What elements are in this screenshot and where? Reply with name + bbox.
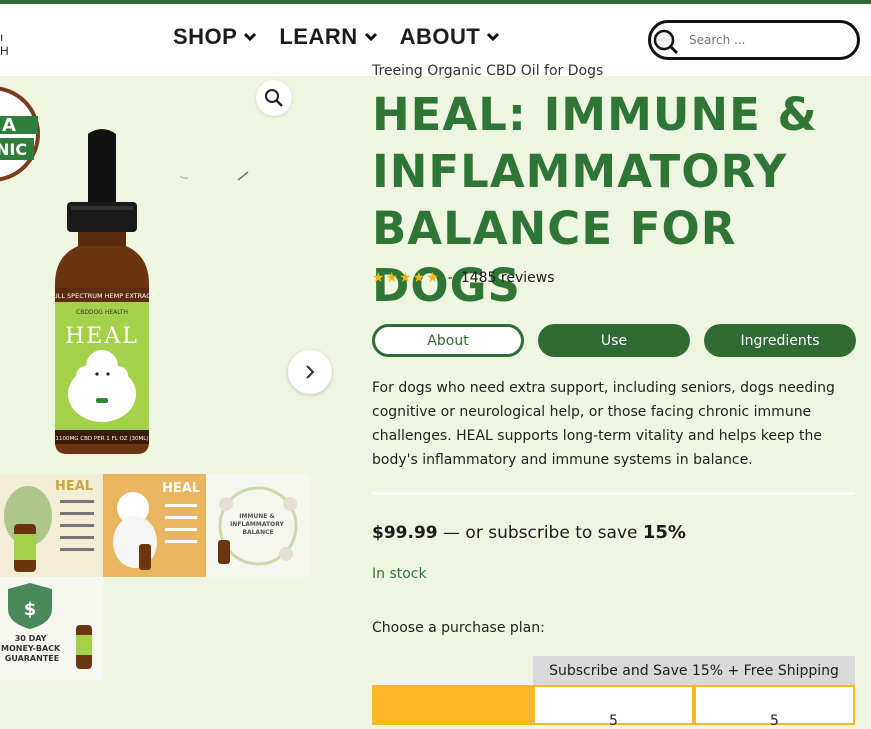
nav-learn[interactable]: LEARN (279, 24, 377, 50)
search-icon[interactable] (651, 25, 681, 55)
search-box[interactable] (648, 20, 860, 60)
tab-ingredients[interactable]: Ingredients (704, 324, 856, 357)
thumbnail-4-title: 30 DAY MONEY-BACK GUARANTEE (1, 634, 63, 663)
bottle: FULL SPECTRUM HEMP EXTRACT CBDDOG HEALTH… (49, 129, 155, 454)
subscribe-percent: 15% (642, 522, 686, 543)
chevron-right-icon (306, 365, 315, 379)
rating-stars: ★★★★★ (372, 270, 440, 286)
nav-shop[interactable]: SHOP (173, 24, 257, 50)
plan-option-one-time[interactable] (372, 685, 533, 725)
tab-about[interactable]: About (372, 324, 524, 357)
nav-about[interactable]: ABOUT (400, 24, 501, 50)
product-main-image[interactable]: A NIC FULL SPECTRUM HEMP EXTRACT CBDDOG … (0, 76, 340, 468)
bottle-label-band: FULL SPECTRUM HEMP EXTRACT (49, 292, 155, 300)
zoom-button[interactable] (256, 80, 292, 116)
thumbnail-4[interactable]: $ 30 DAY MONEY-BACK GUARANTEE (0, 577, 103, 680)
product-description: For dogs who need extra support, includi… (372, 380, 835, 468)
price: $99.99 (372, 523, 438, 543)
search-input[interactable] (687, 32, 841, 48)
site-logo[interactable]: ıH (0, 30, 9, 58)
thumbnail-1[interactable]: HEAL (0, 474, 103, 577)
thumbnail-3-title: IMMUNE & INFLAMMATORY BALANCE (230, 513, 286, 536)
background-mark (179, 175, 189, 179)
subscribe-text: — or subscribe to save (437, 523, 643, 543)
thumbnail-2[interactable]: HEAL (103, 474, 206, 577)
review-count[interactable]: 1485 reviews (461, 270, 555, 286)
svg-text:$: $ (24, 599, 37, 620)
purchase-plan-label: Choose a purchase plan: (372, 620, 545, 636)
nav-about-label: ABOUT (399, 24, 481, 49)
plan-option-value: 5 (770, 713, 779, 729)
bottle-brand: CBDDOG HEALTH (76, 309, 128, 316)
thumbnail-2-title: HEAL (162, 481, 200, 496)
stock-status: In stock (372, 566, 427, 582)
chevron-down-icon (244, 32, 257, 42)
plan-option-subscribe-1[interactable]: 5 (533, 685, 694, 729)
thumbnail-1-title: HEAL (55, 479, 93, 494)
subscribe-banner: Subscribe and Save 15% + Free Shipping (533, 656, 855, 685)
divider (372, 492, 855, 495)
rating-separator: - (447, 270, 453, 286)
plan-option-subscribe-2[interactable]: 5 (694, 685, 855, 729)
product-rating[interactable]: ★★★★★ - 1485 reviews (372, 270, 555, 286)
chevron-down-icon (364, 32, 377, 42)
nav-learn-label: LEARN (279, 24, 358, 49)
thumbnail-3[interactable]: IMMUNE & INFLAMMATORY BALANCE (206, 474, 309, 577)
tab-use[interactable]: Use (538, 324, 690, 357)
organic-badge-text-2: NIC (0, 140, 27, 159)
product-tabs: About Use Ingredients (372, 324, 856, 357)
organic-badge: A NIC (0, 86, 40, 182)
purchase-plan-options: 5 5 (372, 685, 855, 729)
next-image-button[interactable] (288, 350, 332, 394)
chevron-down-icon (487, 32, 500, 42)
plan-option-value: 5 (609, 713, 618, 729)
breadcrumb[interactable]: Treeing Organic CBD Oil for Dogs (372, 63, 603, 79)
bottle-footer: 1100MG CBD PER 1 FL OZ (30ML) (56, 436, 149, 442)
nav-shop-label: SHOP (173, 24, 238, 49)
price-row: $99.99 — or subscribe to save 15% (372, 522, 686, 543)
magnifier-icon (265, 89, 283, 107)
main-nav: SHOP LEARN ABOUT (173, 24, 500, 50)
organic-badge-text: A (2, 115, 16, 136)
bottle-name: HEAL (65, 324, 139, 349)
background-mark (237, 171, 249, 181)
